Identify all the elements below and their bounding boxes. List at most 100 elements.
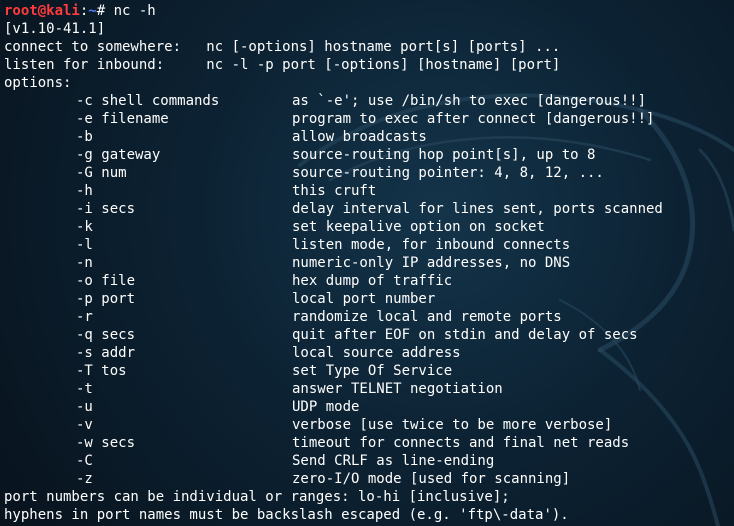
- option-row: -c shell commands as `-e'; use /bin/sh to…: [4, 92, 734, 110]
- option-flag: -h: [76, 183, 93, 199]
- option-flag: -e filename: [76, 111, 169, 127]
- option-indent: [4, 200, 76, 218]
- option-description: timeout for connects and final net reads: [292, 435, 630, 451]
- prompt-line: root@kali:~# nc -h: [4, 2, 734, 20]
- option-indent: [4, 182, 76, 200]
- option-description: answer TELNET negotiation: [292, 381, 503, 397]
- option-flag: -k: [76, 219, 93, 235]
- option-row: -e filename program to exec after connect…: [4, 110, 734, 128]
- option-row: -T tos set Type Of Service: [4, 362, 734, 380]
- options-list: -c shell commands as `-e'; use /bin/sh to…: [4, 92, 734, 488]
- option-flag: -z: [76, 471, 93, 487]
- option-row: -C Send CRLF as line-ending: [4, 452, 734, 470]
- option-indent: [4, 452, 76, 470]
- option-description: as `-e'; use /bin/sh to exec [dangerous!…: [292, 93, 647, 109]
- option-row: -G num source-routing pointer: 4, 8, 12, …: [4, 164, 734, 182]
- option-flag: -s addr: [76, 345, 136, 361]
- option-indent: [4, 308, 76, 326]
- option-indent: [4, 398, 76, 416]
- option-row: -z zero-I/O mode [used for scanning]: [4, 470, 734, 488]
- option-description: local port number: [292, 291, 436, 307]
- usage-connect-line: connect to somewhere: nc [-options] host…: [4, 39, 561, 55]
- option-row: -b allow broadcasts: [4, 128, 734, 146]
- option-flag: -i secs: [76, 201, 136, 217]
- option-row: -p port local port number: [4, 290, 734, 308]
- option-indent: [4, 128, 76, 146]
- option-row: -g gateway source-routing hop point[s], u…: [4, 146, 734, 164]
- prompt-user-host: root@kali: [4, 3, 80, 19]
- option-row: -h this cruft: [4, 182, 734, 200]
- option-indent: [4, 146, 76, 164]
- option-flag: -u: [76, 399, 93, 415]
- option-description: UDP mode: [292, 399, 360, 415]
- option-flag: -w secs: [76, 435, 136, 451]
- option-row: -q secs quit after EOF on stdin and delay…: [4, 326, 734, 344]
- option-description: randomize local and remote ports: [292, 309, 562, 325]
- option-description: source-routing hop point[s], up to 8: [292, 147, 596, 163]
- option-indent: [4, 236, 76, 254]
- option-indent: [4, 326, 76, 344]
- option-indent: [4, 362, 76, 380]
- option-flag: -T tos: [76, 363, 127, 379]
- option-flag: -o file: [76, 273, 136, 289]
- terminal-output: root@kali:~# nc -h [v1.10-41.1] connect …: [4, 2, 734, 524]
- option-description: Send CRLF as line-ending: [292, 453, 495, 469]
- option-indent: [4, 434, 76, 452]
- option-row: -s addr local source address: [4, 344, 734, 362]
- option-flag: -C: [76, 453, 93, 469]
- option-indent: [4, 110, 76, 128]
- option-row: -t answer TELNET negotiation: [4, 380, 734, 398]
- options-header: options:: [4, 75, 72, 91]
- footer-line-hyphens: hyphens in port names must be backslash …: [4, 507, 569, 523]
- option-description: listen mode, for inbound connects: [292, 237, 571, 253]
- option-description: local source address: [292, 345, 461, 361]
- version-line: [v1.10-41.1]: [4, 21, 106, 37]
- option-row: -n numeric-only IP addresses, no DNS: [4, 254, 734, 272]
- option-indent: [4, 218, 76, 236]
- option-row: -l listen mode, for inbound connects: [4, 236, 734, 254]
- option-indent: [4, 272, 76, 290]
- footer-line-ports: port numbers can be individual or ranges…: [4, 489, 510, 505]
- option-indent: [4, 290, 76, 308]
- option-row: -o file hex dump of traffic: [4, 272, 734, 290]
- option-description: zero-I/O mode [used for scanning]: [292, 471, 571, 487]
- usage-listen-line: listen for inbound: nc -l -p port [-opti…: [4, 57, 561, 73]
- option-flag: -q secs: [76, 327, 136, 343]
- option-indent: [4, 470, 76, 488]
- option-flag: -v: [76, 417, 93, 433]
- prompt-symbol: #: [96, 3, 114, 19]
- option-row: -r randomize local and remote ports: [4, 308, 734, 326]
- option-indent: [4, 380, 76, 398]
- option-row: -w secs timeout for connects and final ne…: [4, 434, 734, 452]
- option-flag: -l: [76, 237, 93, 253]
- option-indent: [4, 416, 76, 434]
- option-description: this cruft: [292, 183, 377, 199]
- prompt-path: ~: [88, 3, 97, 19]
- terminal-window[interactable]: root@kali:~# nc -h [v1.10-41.1] connect …: [0, 0, 734, 526]
- option-description: source-routing pointer: 4, 8, 12, ...: [292, 165, 604, 181]
- option-indent: [4, 92, 76, 110]
- option-flag: -r: [76, 309, 93, 325]
- option-description: numeric-only IP addresses, no DNS: [292, 255, 571, 271]
- option-row: -k set keepalive option on socket: [4, 218, 734, 236]
- option-flag: -b: [76, 129, 93, 145]
- option-flag: -p port: [76, 291, 136, 307]
- option-indent: [4, 254, 76, 272]
- option-flag: -g gateway: [76, 147, 161, 163]
- option-row: -v verbose [use twice to be more verbose]: [4, 416, 734, 434]
- option-description: quit after EOF on stdin and delay of sec…: [292, 327, 638, 343]
- option-description: delay interval for lines sent, ports sca…: [292, 201, 663, 217]
- option-row: -i secs delay interval for lines sent, po…: [4, 200, 734, 218]
- option-flag: -n: [76, 255, 93, 271]
- option-description: set keepalive option on socket: [292, 219, 545, 235]
- option-indent: [4, 344, 76, 362]
- option-indent: [4, 164, 76, 182]
- option-description: allow broadcasts: [292, 129, 427, 145]
- prompt-command: nc -h: [113, 3, 156, 19]
- option-description: set Type Of Service: [292, 363, 453, 379]
- option-description: verbose [use twice to be more verbose]: [292, 417, 613, 433]
- option-row: -u UDP mode: [4, 398, 734, 416]
- option-description: hex dump of traffic: [292, 273, 453, 289]
- option-flag: -G num: [76, 165, 127, 181]
- option-description: program to exec after connect [dangerous…: [292, 111, 655, 127]
